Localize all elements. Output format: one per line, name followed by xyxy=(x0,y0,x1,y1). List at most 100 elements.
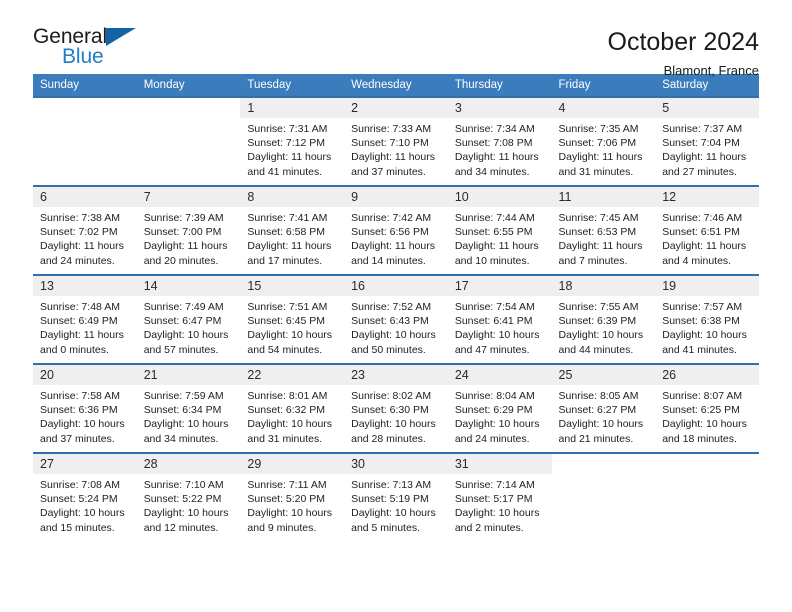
daylight-text: Daylight: 10 hours and 12 minutes. xyxy=(143,507,229,534)
sunset-text: Sunset: 6:25 PM xyxy=(662,404,740,417)
sunrise-text: Sunrise: 8:01 AM xyxy=(247,390,328,402)
daylight-text: Daylight: 10 hours and 41 minutes. xyxy=(662,329,747,356)
calendar-day-cell[interactable]: 20 Sunrise: 7:58 AM Sunset: 6:36 PM Dayligh… xyxy=(33,363,137,453)
sunrise-text: Sunrise: 7:13 AM xyxy=(351,479,432,491)
calendar-day-cell[interactable]: 26 Sunrise: 8:07 AM Sunset: 6:25 PM Dayligh… xyxy=(655,363,759,453)
daylight-text: Daylight: 11 hours and 41 minutes. xyxy=(247,151,332,178)
calendar-body: 1 Sunrise: 7:31 AM Sunset: 7:12 PM Daylight… xyxy=(33,96,759,542)
day-details: Sunrise: 7:08 AM Sunset: 5:24 PM Daylight:… xyxy=(33,474,137,535)
calendar-day-cell[interactable]: 1 Sunrise: 7:31 AM Sunset: 7:12 PM Daylight… xyxy=(240,96,345,186)
calendar-page: General Blue October 2024 Blamont, Franc… xyxy=(0,0,792,612)
logo-triangle-icon xyxy=(106,28,136,46)
calendar-day-cell[interactable]: 28 Sunrise: 7:10 AM Sunset: 5:22 PM Dayligh… xyxy=(136,452,241,542)
sunrise-text: Sunrise: 7:38 AM xyxy=(40,212,120,224)
page-subtitle: Blamont, France xyxy=(663,62,759,78)
calendar-day-cell[interactable]: 19 Sunrise: 7:57 AM Sunset: 6:38 PM Dayligh… xyxy=(655,274,759,364)
day-details: Sunrise: 7:49 AM Sunset: 6:47 PM Daylight:… xyxy=(137,296,241,357)
calendar-day-cell[interactable]: 10 Sunrise: 7:44 AM Sunset: 6:55 PM Dayligh… xyxy=(447,185,552,275)
title-block: October 2024 Blamont, France xyxy=(608,26,760,78)
calendar-day-cell[interactable]: 3 Sunrise: 7:34 AM Sunset: 7:08 PM Daylight… xyxy=(447,96,552,186)
sunset-text: Sunset: 5:20 PM xyxy=(247,493,326,506)
calendar-day-cell[interactable]: 21 Sunrise: 7:59 AM Sunset: 6:34 PM Dayligh… xyxy=(136,363,241,453)
day-details: Sunrise: 7:11 AM Sunset: 5:20 PM Daylight:… xyxy=(240,474,344,535)
calendar-day-cell[interactable]: 17 Sunrise: 7:54 AM Sunset: 6:41 PM Dayligh… xyxy=(447,274,552,364)
calendar-day-cell[interactable]: 15 Sunrise: 7:51 AM Sunset: 6:45 PM Dayligh… xyxy=(240,274,345,364)
day-details: Sunrise: 7:48 AM Sunset: 6:49 PM Daylight:… xyxy=(33,296,137,357)
calendar-day-cell[interactable]: 7 Sunrise: 7:39 AM Sunset: 7:00 PM Daylight… xyxy=(136,185,241,275)
day-number: 25 xyxy=(551,365,656,385)
calendar-day-cell[interactable]: 4 Sunrise: 7:35 AM Sunset: 7:06 PM Daylight… xyxy=(551,96,656,186)
calendar-day-cell[interactable]: 18 Sunrise: 7:55 AM Sunset: 6:39 PM Dayligh… xyxy=(551,274,656,364)
day-details: Sunrise: 7:46 AM Sunset: 6:51 PM Daylight:… xyxy=(655,207,759,268)
day-number: 24 xyxy=(447,365,552,385)
sunset-text: Sunset: 7:06 PM xyxy=(558,137,637,150)
calendar-day-cell[interactable]: 2 Sunrise: 7:33 AM Sunset: 7:10 PM Daylight… xyxy=(344,96,448,186)
day-details: Sunrise: 7:42 AM Sunset: 6:56 PM Daylight:… xyxy=(344,207,448,268)
day-details: Sunrise: 7:35 AM Sunset: 7:06 PM Daylight:… xyxy=(552,118,656,179)
day-details: Sunrise: 7:59 AM Sunset: 6:34 PM Daylight:… xyxy=(137,385,241,446)
sunrise-text: Sunrise: 7:14 AM xyxy=(454,479,535,491)
day-number: 10 xyxy=(447,187,552,207)
calendar-day-cell[interactable]: 29 Sunrise: 7:11 AM Sunset: 5:20 PM Dayligh… xyxy=(240,452,345,542)
calendar-day-cell[interactable]: 6 Sunrise: 7:38 AM Sunset: 7:02 PM Daylight… xyxy=(33,185,137,275)
day-details: Sunrise: 7:58 AM Sunset: 6:36 PM Daylight:… xyxy=(33,385,137,446)
day-number: 21 xyxy=(136,365,241,385)
day-number: 31 xyxy=(447,454,552,474)
calendar-day-cell[interactable]: 9 Sunrise: 7:42 AM Sunset: 6:56 PM Daylight… xyxy=(344,185,448,275)
daylight-text: Daylight: 10 hours and 44 minutes. xyxy=(558,329,644,356)
day-details: Sunrise: 7:31 AM Sunset: 7:12 PM Daylight:… xyxy=(240,118,344,179)
calendar-day-cell[interactable]: 30 Sunrise: 7:13 AM Sunset: 5:19 PM Dayligh… xyxy=(344,452,448,542)
sunset-text: Sunset: 6:27 PM xyxy=(558,404,637,417)
daylight-text: Daylight: 10 hours and 34 minutes. xyxy=(143,418,229,445)
day-details: Sunrise: 7:10 AM Sunset: 5:22 PM Daylight:… xyxy=(137,474,241,535)
calendar-day-cell[interactable]: 24 Sunrise: 8:04 AM Sunset: 6:29 PM Dayligh… xyxy=(447,363,552,453)
day-details: Sunrise: 7:39 AM Sunset: 7:00 PM Daylight:… xyxy=(137,207,241,268)
sunset-text: Sunset: 7:12 PM xyxy=(247,137,326,150)
day-number: 28 xyxy=(136,454,241,474)
calendar-week-row: 27 Sunrise: 7:08 AM Sunset: 5:24 PM Dayligh… xyxy=(33,452,759,542)
calendar-day-cell[interactable]: 25 Sunrise: 8:05 AM Sunset: 6:27 PM Dayligh… xyxy=(551,363,656,453)
calendar-day-cell[interactable]: 31 Sunrise: 7:14 AM Sunset: 5:17 PM Dayligh… xyxy=(447,452,552,542)
day-number: 12 xyxy=(655,187,759,207)
daylight-text: Daylight: 10 hours and 50 minutes. xyxy=(351,329,436,356)
day-number: 17 xyxy=(447,276,552,296)
daylight-text: Daylight: 11 hours and 24 minutes. xyxy=(40,240,124,267)
calendar-day-cell[interactable]: 22 Sunrise: 8:01 AM Sunset: 6:32 PM Dayligh… xyxy=(240,363,345,453)
day-number: 5 xyxy=(655,98,759,118)
calendar-day-cell[interactable]: 16 Sunrise: 7:52 AM Sunset: 6:43 PM Dayligh… xyxy=(344,274,448,364)
day-number: 23 xyxy=(344,365,448,385)
daylight-text: Daylight: 10 hours and 18 minutes. xyxy=(662,418,747,445)
day-number: 7 xyxy=(136,187,241,207)
calendar-day-cell[interactable]: 8 Sunrise: 7:41 AM Sunset: 6:58 PM Daylight… xyxy=(240,185,345,275)
daylight-text: Daylight: 11 hours and 27 minutes. xyxy=(662,151,747,178)
calendar-day-cell[interactable]: 5 Sunrise: 7:37 AM Sunset: 7:04 PM Daylight… xyxy=(655,96,759,186)
calendar-day-cell[interactable]: 14 Sunrise: 7:49 AM Sunset: 6:47 PM Dayligh… xyxy=(136,274,241,364)
daylight-text: Daylight: 10 hours and 57 minutes. xyxy=(143,329,229,356)
sunrise-text: Sunrise: 7:57 AM xyxy=(662,301,743,313)
calendar-day-cell[interactable]: 23 Sunrise: 8:02 AM Sunset: 6:30 PM Dayligh… xyxy=(344,363,448,453)
sunrise-text: Sunrise: 7:31 AM xyxy=(247,123,328,135)
calendar-day-cell[interactable]: 13 Sunrise: 7:48 AM Sunset: 6:49 PM Dayligh… xyxy=(33,274,137,364)
day-number: 22 xyxy=(240,365,345,385)
sunrise-text: Sunrise: 7:58 AM xyxy=(40,390,120,402)
calendar-day-cell[interactable]: 27 Sunrise: 7:08 AM Sunset: 5:24 PM Dayligh… xyxy=(33,452,137,542)
sunrise-text: Sunrise: 7:44 AM xyxy=(454,212,535,224)
day-details: Sunrise: 7:51 AM Sunset: 6:45 PM Daylight:… xyxy=(240,296,344,357)
day-details: Sunrise: 7:34 AM Sunset: 7:08 PM Daylight:… xyxy=(448,118,552,179)
day-number: 30 xyxy=(344,454,448,474)
page-header: General Blue October 2024 Blamont, Franc… xyxy=(33,0,759,78)
sunrise-text: Sunrise: 7:49 AM xyxy=(143,301,224,313)
sunrise-text: Sunrise: 7:35 AM xyxy=(558,123,639,135)
sunrise-text: Sunrise: 8:04 AM xyxy=(454,390,535,402)
weekday-header-tuesday: Tuesday xyxy=(240,74,345,97)
sunrise-text: Sunrise: 7:37 AM xyxy=(662,123,743,135)
sunset-text: Sunset: 5:24 PM xyxy=(40,493,118,506)
calendar-day-cell[interactable]: 11 Sunrise: 7:45 AM Sunset: 6:53 PM Dayligh… xyxy=(551,185,656,275)
sunset-text: Sunset: 6:32 PM xyxy=(247,404,326,417)
sunset-text: Sunset: 5:19 PM xyxy=(351,493,429,506)
daylight-text: Daylight: 10 hours and 5 minutes. xyxy=(351,507,436,534)
calendar-day-cell[interactable]: 12 Sunrise: 7:46 AM Sunset: 6:51 PM Dayligh… xyxy=(655,185,759,275)
general-blue-logo[interactable]: General Blue xyxy=(33,26,153,74)
day-number: 18 xyxy=(551,276,656,296)
day-number: 4 xyxy=(551,98,656,118)
